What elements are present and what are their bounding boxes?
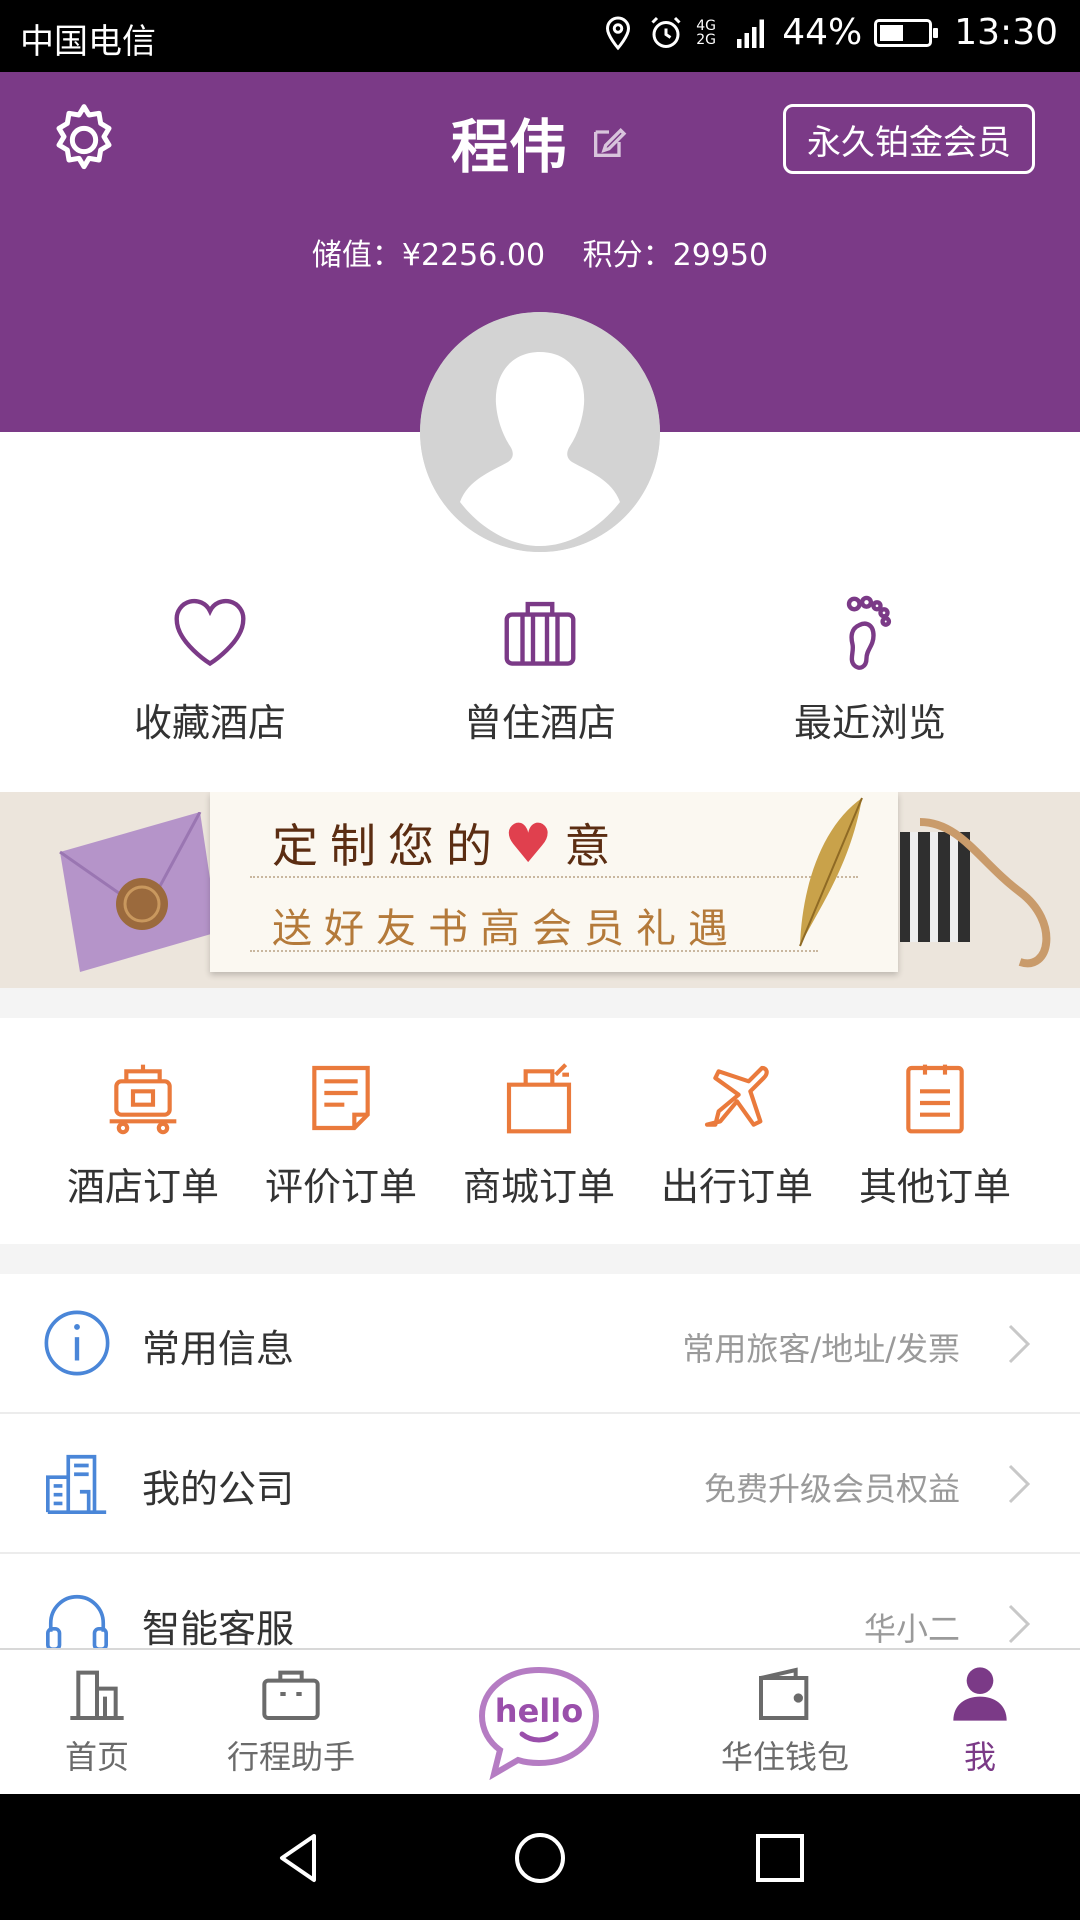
banner-line2: 送好友书高会员礼遇: [272, 906, 740, 952]
list-item-common-info[interactable]: 常用信息 常用旅客/地址/发票: [0, 1274, 1080, 1414]
briefcase-icon: [262, 1670, 320, 1720]
order-label: 商城订单: [462, 1165, 615, 1209]
order-label: 其他订单: [858, 1165, 1011, 1209]
order-review[interactable]: 评价订单: [242, 1058, 440, 1211]
airplane-icon: [704, 1065, 769, 1127]
location-icon: [606, 15, 631, 50]
footprint-icon: [846, 595, 892, 670]
quick-link-favorites[interactable]: 收藏酒店: [45, 590, 375, 747]
list-item-title: 我的公司: [142, 1467, 295, 1511]
balance-line: 储值：¥2256.00 积分：29950: [0, 230, 1080, 274]
back-icon[interactable]: [272, 1830, 328, 1886]
banner-line1-a: 定制您的: [272, 819, 504, 873]
quick-link-stayed[interactable]: 曾住酒店: [375, 590, 705, 747]
home-circle-icon[interactable]: [512, 1830, 568, 1886]
headset-icon: [46, 1594, 108, 1650]
alarm-icon: [651, 16, 681, 48]
wallet-icon: [759, 1667, 809, 1720]
balance[interactable]: 储值：¥2256.00: [312, 238, 545, 273]
balance-value: ¥2256.00: [401, 238, 546, 273]
order-label: 出行订单: [660, 1165, 813, 1209]
order-label: 评价订单: [264, 1165, 417, 1209]
quick-link-label: 收藏酒店: [133, 701, 286, 745]
promo-banner[interactable]: 定制您的♥意 送好友书高会员礼遇: [0, 792, 1080, 988]
points-label: 积分：: [582, 238, 673, 273]
battery-level: [880, 24, 904, 41]
banner-card: 定制您的♥意 送好友书高会员礼遇: [210, 792, 898, 972]
recent-apps-icon[interactable]: [752, 1830, 808, 1886]
clock: 13:30: [954, 12, 1058, 53]
clipboard-icon: [906, 1064, 964, 1134]
member-level-badge[interactable]: 永久铂金会员: [783, 104, 1035, 174]
order-mall[interactable]: 商城订单: [440, 1058, 638, 1211]
list-item-hint: 华小二: [863, 1610, 960, 1648]
divider: [250, 950, 818, 952]
carrier-name: 中国电信: [20, 22, 156, 62]
quill-icon: [799, 797, 863, 947]
envelope-icon: [59, 812, 218, 972]
order-travel[interactable]: 出行订单: [638, 1058, 836, 1211]
heart-icon: [174, 598, 246, 667]
tab-label: 华住钱包: [720, 1738, 849, 1776]
quick-link-recent[interactable]: 最近浏览: [705, 590, 1035, 747]
order-label: 酒店订单: [66, 1165, 219, 1209]
default-avatar-icon: [420, 312, 660, 552]
settings-list: 常用信息 常用旅客/地址/发票 我的公司 免费升级会员权益 智能客服 华小二: [0, 1274, 1080, 1650]
tab-trip-assistant[interactable]: 行程助手: [220, 1662, 362, 1778]
banner-line1: 定制您的♥意: [272, 810, 622, 876]
company-building-icon: [46, 1454, 107, 1514]
orders-section: 酒店订单 评价订单 商城订单 出行订单 其他订单: [0, 1018, 1080, 1244]
list-item-hint: 常用旅客/地址/发票: [682, 1330, 960, 1368]
info-icon: [44, 1310, 110, 1376]
order-hotel[interactable]: 酒店订单: [44, 1058, 242, 1211]
tab-label: 行程助手: [226, 1738, 355, 1776]
banner-line1-b: 意: [564, 819, 623, 873]
username: 程伟: [450, 113, 567, 181]
avatar[interactable]: [420, 312, 660, 552]
luggage-cart-icon: [109, 1064, 177, 1135]
tab-me[interactable]: 我: [930, 1662, 1030, 1778]
quick-link-label: 曾住酒店: [463, 701, 616, 745]
list-item-smart-service[interactable]: 智能客服 华小二: [0, 1554, 1080, 1650]
heart-icon: ♥: [504, 812, 565, 875]
order-other[interactable]: 其他订单: [836, 1058, 1034, 1211]
edit-icon[interactable]: [589, 122, 629, 162]
suitcase-icon: [504, 601, 576, 666]
gift-ribbon-icon: [900, 818, 1051, 968]
balance-label: 储值：: [311, 238, 402, 273]
tab-label: 首页: [64, 1738, 129, 1776]
signal-icon: [737, 19, 765, 48]
divider: [250, 876, 858, 878]
hello-chat-button[interactable]: hello: [474, 1664, 604, 1780]
chevron-right-icon: [1008, 1464, 1031, 1504]
battery-percent: 44%: [782, 12, 863, 53]
tab-home[interactable]: 首页: [44, 1662, 150, 1778]
home-building-icon: [70, 1670, 124, 1720]
list-item-title: 智能客服: [142, 1607, 295, 1650]
system-nav-bar: [0, 1794, 1080, 1920]
points[interactable]: 积分：29950: [583, 238, 768, 273]
list-item-my-company[interactable]: 我的公司 免费升级会员权益: [0, 1414, 1080, 1554]
status-bar: 中国电信 4G 2G 44% 13:30: [0, 0, 1080, 72]
battery-icon: [874, 18, 939, 47]
hello-text: hello: [495, 1692, 583, 1730]
gift-bag-icon: [506, 1063, 572, 1134]
list-item-hint: 免费升级会员权益: [703, 1470, 960, 1508]
tab-wallet[interactable]: 华住钱包: [714, 1662, 856, 1778]
person-icon: [953, 1667, 1007, 1721]
chevron-right-icon: [1008, 1604, 1031, 1644]
tab-label: 我: [963, 1738, 996, 1776]
status-icons: 4G 2G 44% 13:30: [600, 12, 1058, 53]
review-note-icon: [312, 1065, 370, 1131]
chevron-right-icon: [1008, 1324, 1031, 1364]
quick-link-label: 最近浏览: [793, 701, 946, 745]
list-item-title: 常用信息: [142, 1327, 295, 1371]
network-type: 4G 2G: [696, 17, 716, 48]
points-value: 29950: [672, 238, 769, 273]
